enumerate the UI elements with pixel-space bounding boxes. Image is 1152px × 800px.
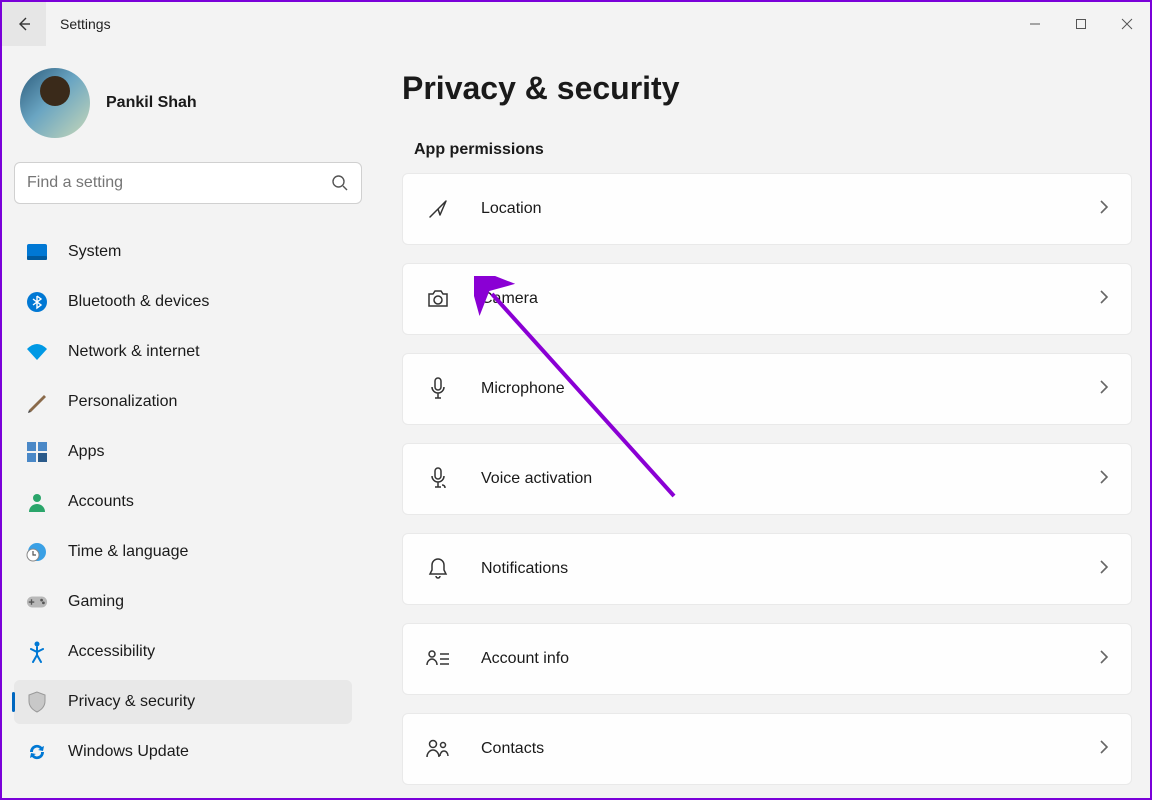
minimize-button[interactable]	[1012, 2, 1058, 46]
search-box[interactable]	[14, 162, 362, 204]
card-label: Contacts	[481, 740, 1099, 758]
nav-label: Gaming	[68, 593, 124, 611]
permission-card-location[interactable]: Location	[402, 173, 1132, 245]
permission-card-account-info[interactable]: Account info	[402, 623, 1132, 695]
nav-item-gaming[interactable]: Gaming	[14, 580, 352, 624]
permission-card-contacts[interactable]: Contacts	[402, 713, 1132, 785]
titlebar: Settings	[2, 2, 1150, 46]
system-icon	[26, 241, 48, 263]
nav-label: System	[68, 243, 121, 261]
chevron-right-icon	[1099, 739, 1109, 760]
nav-item-network[interactable]: Network & internet	[14, 330, 352, 374]
card-label: Account info	[481, 650, 1099, 668]
chevron-right-icon	[1099, 649, 1109, 670]
nav-label: Apps	[68, 443, 104, 461]
sidebar: Pankil Shah System Bluetooth & devices N…	[2, 46, 364, 798]
nav-item-time[interactable]: Time & language	[14, 530, 352, 574]
bluetooth-icon	[26, 291, 48, 313]
wifi-icon	[26, 341, 48, 363]
nav-item-accessibility[interactable]: Accessibility	[14, 630, 352, 674]
card-label: Location	[481, 200, 1099, 218]
nav-label: Network & internet	[68, 343, 200, 361]
account-info-icon	[425, 649, 451, 669]
bell-icon	[425, 557, 451, 581]
voice-icon	[425, 467, 451, 491]
permission-card-voice[interactable]: Voice activation	[402, 443, 1132, 515]
maximize-button[interactable]	[1058, 2, 1104, 46]
nav-item-system[interactable]: System	[14, 230, 352, 274]
chevron-right-icon	[1099, 559, 1109, 580]
nav-label: Personalization	[68, 393, 177, 411]
card-label: Notifications	[481, 560, 1099, 578]
avatar	[20, 68, 90, 138]
card-label: Microphone	[481, 380, 1099, 398]
close-icon	[1121, 18, 1133, 30]
apps-icon	[26, 441, 48, 463]
accessibility-icon	[26, 641, 48, 663]
profile-name: Pankil Shah	[106, 94, 197, 112]
chevron-right-icon	[1099, 289, 1109, 310]
main-content: Privacy & security App permissions Locat…	[364, 46, 1150, 798]
permission-card-microphone[interactable]: Microphone	[402, 353, 1132, 425]
chevron-right-icon	[1099, 199, 1109, 220]
nav-list: System Bluetooth & devices Network & int…	[14, 230, 352, 774]
nav-item-privacy[interactable]: Privacy & security	[14, 680, 352, 724]
permission-card-notifications[interactable]: Notifications	[402, 533, 1132, 605]
app-title: Settings	[60, 16, 111, 32]
nav-label: Privacy & security	[68, 693, 195, 711]
update-icon	[26, 741, 48, 763]
chevron-right-icon	[1099, 469, 1109, 490]
nav-item-bluetooth[interactable]: Bluetooth & devices	[14, 280, 352, 324]
contacts-icon	[425, 739, 451, 759]
microphone-icon	[425, 377, 451, 401]
profile[interactable]: Pankil Shah	[14, 64, 352, 162]
search-icon	[331, 174, 349, 192]
nav-label: Time & language	[68, 543, 188, 561]
card-label: Camera	[481, 290, 1099, 308]
permission-card-camera[interactable]: Camera	[402, 263, 1132, 335]
maximize-icon	[1075, 18, 1087, 30]
nav-item-apps[interactable]: Apps	[14, 430, 352, 474]
nav-label: Accessibility	[68, 643, 155, 661]
location-icon	[425, 198, 451, 220]
back-button[interactable]	[2, 2, 46, 46]
close-button[interactable]	[1104, 2, 1150, 46]
page-title: Privacy & security	[402, 70, 1126, 107]
section-title: App permissions	[414, 141, 1126, 159]
card-label: Voice activation	[481, 470, 1099, 488]
back-arrow-icon	[16, 16, 32, 32]
search-input[interactable]	[27, 174, 331, 192]
nav-item-accounts[interactable]: Accounts	[14, 480, 352, 524]
nav-item-personalization[interactable]: Personalization	[14, 380, 352, 424]
nav-label: Accounts	[68, 493, 134, 511]
camera-icon	[425, 289, 451, 309]
nav-label: Bluetooth & devices	[68, 293, 209, 311]
nav-item-update[interactable]: Windows Update	[14, 730, 352, 774]
shield-icon	[26, 691, 48, 713]
clock-globe-icon	[26, 541, 48, 563]
paintbrush-icon	[26, 391, 48, 413]
chevron-right-icon	[1099, 379, 1109, 400]
gamepad-icon	[26, 591, 48, 613]
nav-label: Windows Update	[68, 743, 189, 761]
person-icon	[26, 491, 48, 513]
minimize-icon	[1029, 18, 1041, 30]
